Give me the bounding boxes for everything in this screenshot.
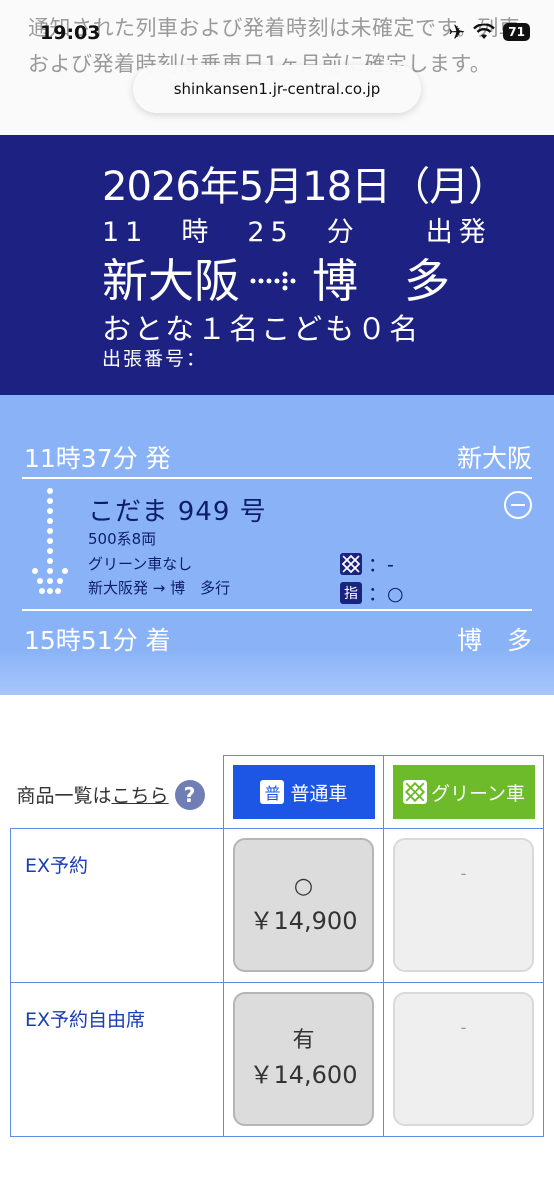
table-row: EX予約 ○ ￥14,900 - — [10, 828, 544, 983]
green-car-icon — [402, 780, 427, 804]
train-arrive-station: 博 多 — [456, 626, 532, 655]
departure-row: 11時37分 発 新大阪 — [24, 439, 532, 475]
departure-time: 11 時 25 分 出発 — [102, 217, 492, 248]
product-list-prefix: 商品一覧は — [16, 785, 112, 807]
divider — [22, 609, 532, 611]
green-seat-value: ：- — [368, 554, 394, 576]
address-bar[interactable]: shinkansen1.jr-central.co.jp — [133, 65, 421, 113]
train-arrive-time: 15時51分 着 — [24, 626, 171, 655]
regular-fare-button[interactable]: 有 ￥14,600 — [233, 992, 374, 1126]
train-panel: 11時37分 発 新大阪 こだま 949 号 500系8両 グリーン車なし 新大… — [0, 395, 554, 695]
fare-price: ￥14,600 — [249, 1061, 358, 1089]
fare-row-label: EX予約自由席 — [25, 1009, 146, 1031]
green-fare-button: - — [393, 838, 534, 972]
fare-row-label-cell: EX予約 — [10, 828, 224, 983]
route: 新大阪 博 多 — [102, 253, 450, 309]
train-depart-station: 新大阪 — [456, 444, 532, 473]
business-number: 出張番号： — [102, 348, 208, 370]
arrival-row: 15時51分 着 博 多 — [24, 621, 532, 657]
status-time: 19:03 — [40, 22, 101, 44]
regular-car-icon: 普 — [260, 780, 285, 804]
divider — [22, 477, 532, 479]
product-list-label: 商品一覧は こちら ? — [16, 779, 205, 810]
green-seat-status: ：- — [340, 550, 394, 577]
green-car-icon — [340, 552, 362, 575]
green-fare-cell: - — [383, 982, 544, 1137]
table-row: EX予約自由席 有 ￥14,600 - — [10, 982, 544, 1137]
train-green-info: グリーン車なし — [88, 555, 193, 573]
fare-row-label-cell: EX予約自由席 — [10, 982, 224, 1137]
green-car-header: グリーン車 — [383, 755, 544, 829]
travel-date: 2026年5月18日（月） — [102, 164, 508, 210]
fare-table-corner: 商品一覧は こちら ? — [10, 755, 224, 829]
green-fare-cell: - — [383, 828, 544, 983]
fare-row-label: EX予約 — [25, 855, 89, 877]
wifi-icon — [473, 24, 496, 39]
green-car-tab[interactable]: グリーン車 — [393, 765, 535, 819]
from-station: 新大阪 — [102, 254, 240, 308]
help-icon[interactable]: ? — [174, 779, 205, 810]
train-name: こだま 949 号 — [88, 497, 267, 527]
regular-car-header: 普 普通車 — [223, 755, 384, 829]
regular-car-tab[interactable]: 普 普通車 — [233, 765, 375, 819]
green-fare-button: - — [393, 992, 534, 1126]
to-station: 博 多 — [312, 254, 450, 308]
availability-mark: ○ — [293, 874, 314, 899]
fare-table: 商品一覧は こちら ? 普 普通車 グリーン車 EX予約 ○ ￥14,900 -… — [10, 755, 544, 1137]
train-depart-time: 11時37分 発 — [24, 444, 171, 473]
route-dots-icon — [32, 488, 68, 594]
reserved-seat-icon: 指 — [340, 581, 362, 604]
collapse-button[interactable] — [504, 491, 532, 519]
browser-top-area: 通知された列車および発着時刻は未確定です。列車および発着時刻は乗車日1ヶ月前に確… — [0, 0, 554, 135]
availability-mark: - — [460, 864, 467, 883]
reserved-seat-status: 指 ：○ — [340, 579, 404, 606]
fare-price: ￥14,900 — [249, 907, 358, 935]
battery-icon: 71 — [503, 23, 530, 41]
availability-mark: - — [460, 1018, 467, 1037]
product-list-link[interactable]: こちら — [112, 781, 169, 808]
airplane-mode-icon: ✈ — [448, 20, 466, 44]
regular-fare-cell: 有 ￥14,600 — [223, 982, 384, 1137]
passenger-count: おとな１名こども０名 — [102, 312, 422, 346]
regular-fare-cell: ○ ￥14,900 — [223, 828, 384, 983]
availability-mark: 有 — [292, 1028, 315, 1053]
train-direction: 新大阪発 → 博 多行 — [88, 579, 231, 597]
regular-fare-button[interactable]: ○ ￥14,900 — [233, 838, 374, 972]
reservation-header: 2026年5月18日（月） 11 時 25 分 出発 新大阪 博 多 おとな１名… — [0, 135, 554, 395]
regular-car-label: 普通車 — [290, 782, 348, 805]
route-arrow-icon — [250, 271, 296, 291]
reserved-seat-value: ：○ — [368, 583, 404, 605]
train-cars: 500系8両 — [88, 530, 157, 548]
status-icons: ✈ 71 — [449, 20, 530, 44]
green-car-label: グリーン車 — [430, 782, 526, 805]
